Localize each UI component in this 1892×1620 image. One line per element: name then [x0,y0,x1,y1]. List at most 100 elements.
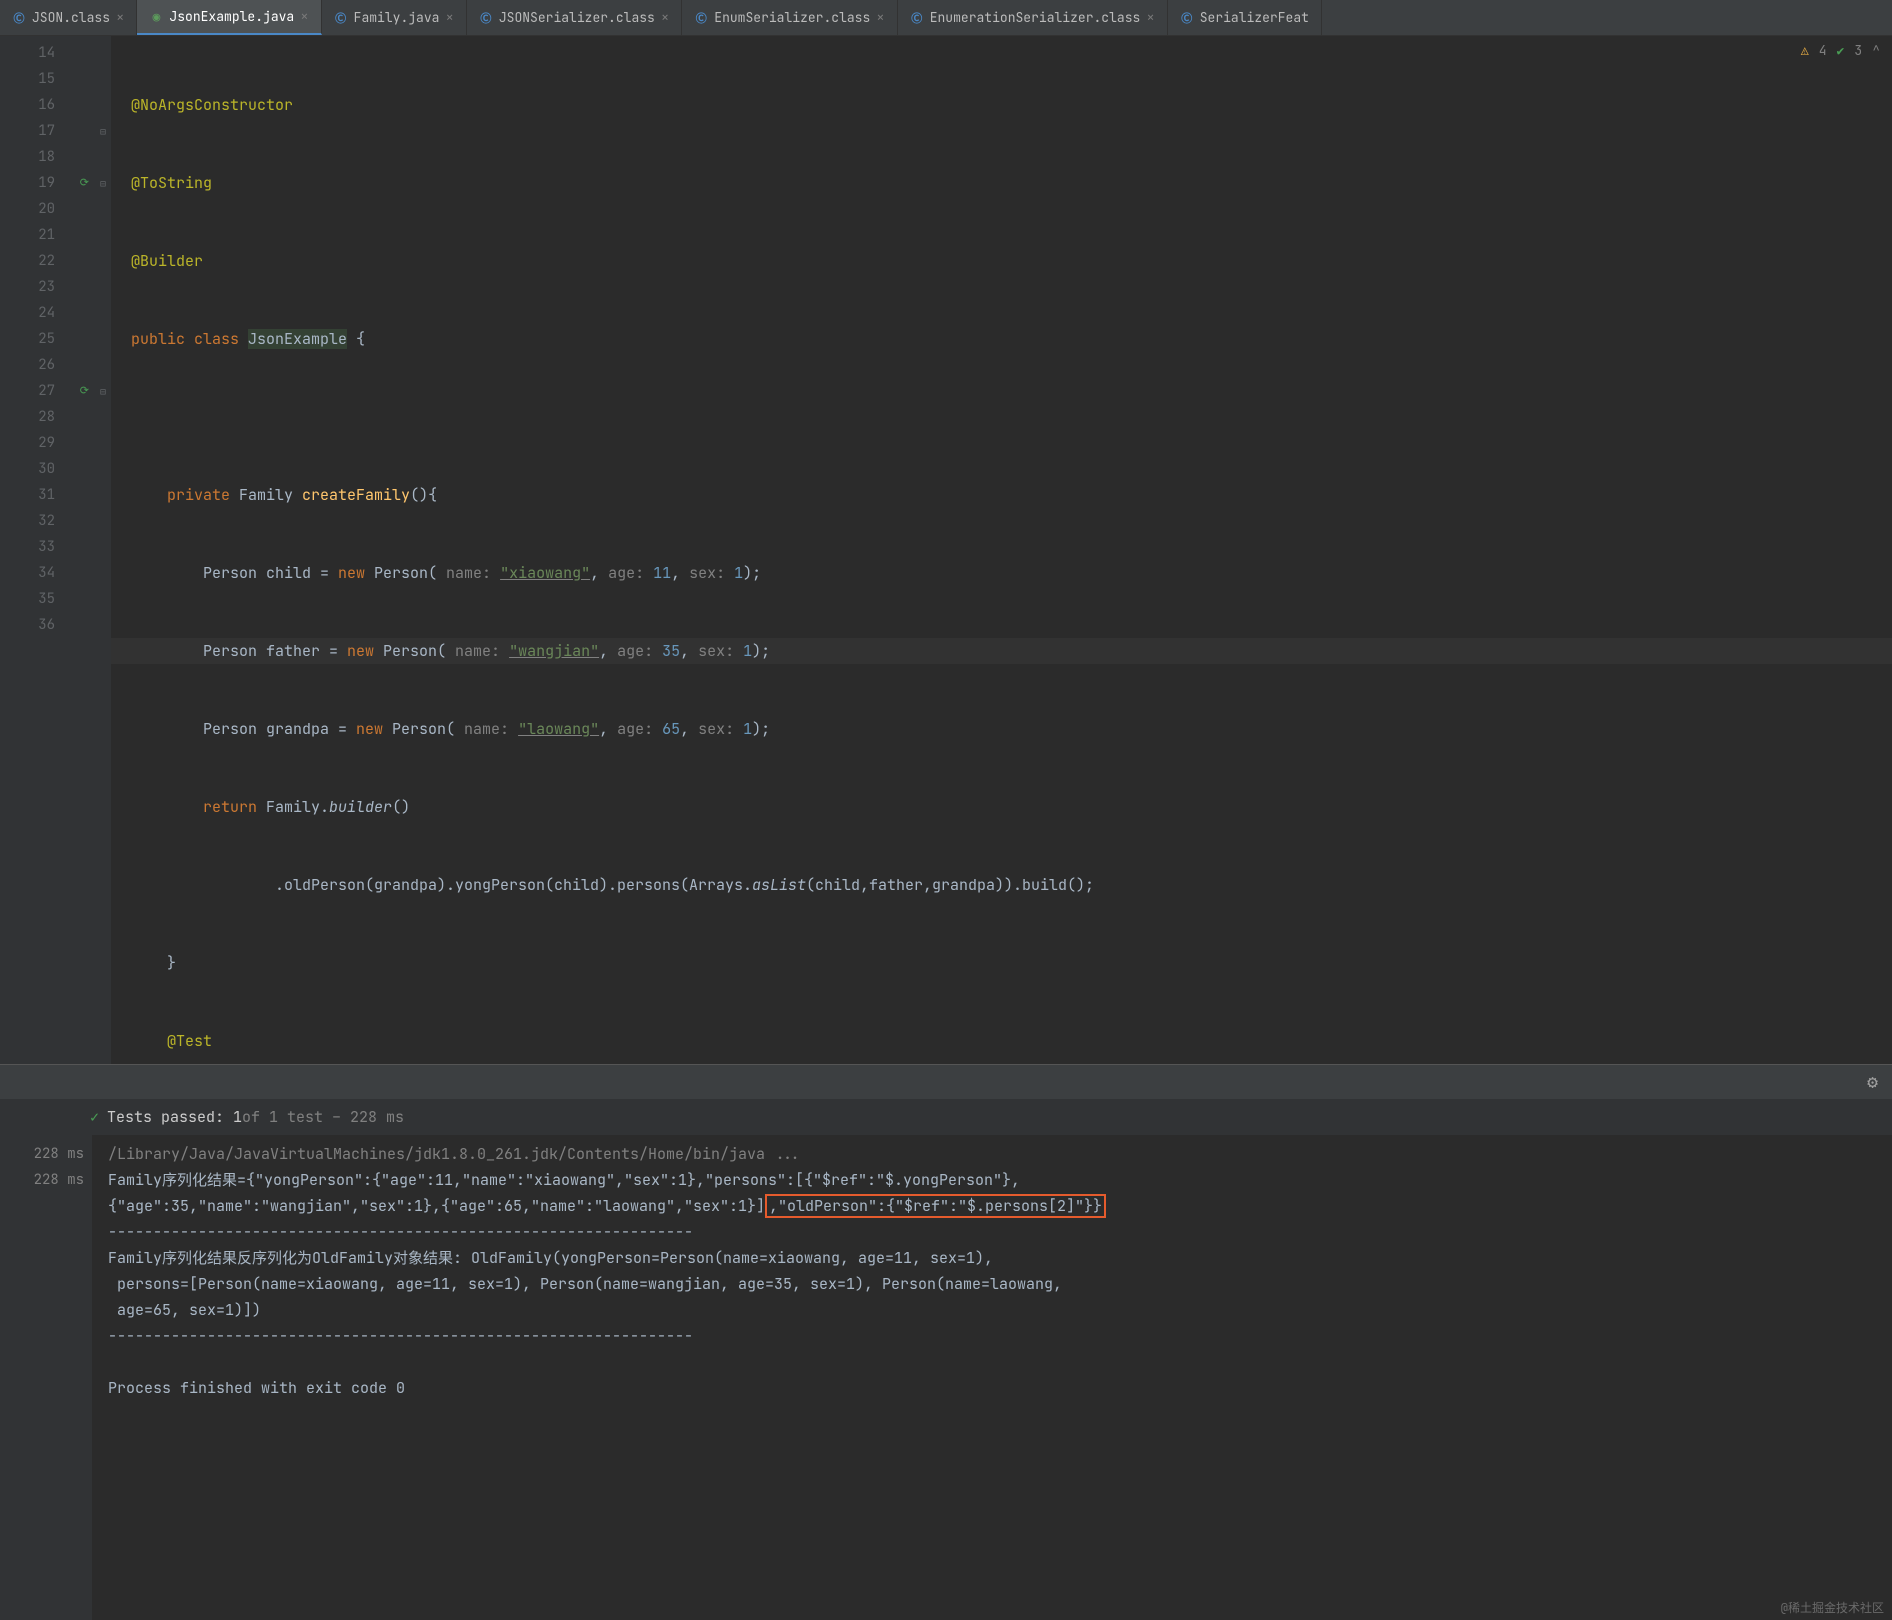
tab-jsonexample[interactable]: ◉ JsonExample.java × [137,0,321,35]
tab-json-class[interactable]: Ⓒ JSON.class × [0,0,137,35]
fold-mark[interactable] [95,586,111,612]
tab-label: JsonExample.java [169,8,294,25]
line-gutter[interactable]: 141516171819⟳2021222324252627⟳2829303132… [0,36,95,1064]
tab-serializerfeat[interactable]: Ⓒ SerializerFeat [1168,0,1322,35]
gutter-line[interactable]: 20 [0,196,95,222]
code-line: private Family createFamily(){ [111,482,1892,508]
fold-mark[interactable] [95,404,111,430]
tab-label: Family.java [354,9,440,26]
fold-mark[interactable] [95,66,111,92]
gutter-line[interactable]: 27⟳ [0,378,95,404]
close-icon[interactable]: × [445,9,453,27]
console-line: ----------------------------------------… [108,1326,693,1346]
test-status-bar: ✓ Tests passed: 1 of 1 test – 228 ms [0,1099,1892,1135]
check-icon: ✓ [90,1107,99,1127]
fold-mark[interactable] [95,326,111,352]
fold-mark[interactable]: ⊟ [95,118,111,144]
console-highlight: ,"oldPerson":{"$ref":"$.persons[2]"}} [765,1194,1106,1218]
tab-jsonserializer[interactable]: Ⓒ JSONSerializer.class × [467,0,682,35]
gutter-line[interactable]: 36 [0,612,95,638]
gutter-line[interactable]: 25 [0,326,95,352]
fold-mark[interactable] [95,222,111,248]
fold-mark[interactable] [95,248,111,274]
class-icon: Ⓒ [1180,11,1194,25]
tab-label: SerializerFeat [1200,9,1309,26]
gutter-line[interactable]: 18 [0,144,95,170]
close-icon[interactable]: × [116,9,124,27]
fold-mark[interactable]: ⊟ [95,170,111,196]
code-line: return Family.builder() [111,794,1892,820]
close-icon[interactable]: × [300,8,308,26]
chevron-up-icon[interactable]: ^ [1872,42,1880,59]
gutter-line[interactable]: 14 [0,40,95,66]
fold-mark[interactable] [95,352,111,378]
gutter-line[interactable]: 31 [0,482,95,508]
tab-enumerationserializer[interactable]: Ⓒ EnumerationSerializer.class × [898,0,1168,35]
gutter-line[interactable]: 33 [0,534,95,560]
java-icon: ◉ [149,10,163,24]
fold-mark[interactable] [95,508,111,534]
fold-mark[interactable] [95,430,111,456]
code-area[interactable]: @NoArgsConstructor @ToString @Builder pu… [111,36,1892,1064]
fold-column[interactable]: ⊟ ⊟ ⊟ [95,36,111,1064]
gutter-line[interactable]: 30 [0,456,95,482]
fold-mark[interactable] [95,196,111,222]
tab-enumserializer[interactable]: Ⓒ EnumSerializer.class × [682,0,897,35]
close-icon[interactable]: × [661,9,669,27]
code-line: @Builder [111,248,1892,274]
fold-mark[interactable] [95,274,111,300]
fold-mark[interactable] [95,534,111,560]
code-line: @NoArgsConstructor [111,92,1892,118]
tab-label: EnumSerializer.class [714,9,870,26]
run-gutter-icon[interactable]: ⟳ [80,170,89,196]
close-icon[interactable]: × [876,9,884,27]
console-line: ----------------------------------------… [108,1222,693,1242]
fold-mark[interactable] [95,560,111,586]
fold-mark[interactable] [95,92,111,118]
class-icon: Ⓒ [479,11,493,25]
fold-mark[interactable] [95,40,111,66]
console-line: Family序列化结果={"yongPerson":{"age":11,"nam… [108,1170,1020,1190]
run-tool-window: ⚙ ✓ Tests passed: 1 of 1 test – 228 ms 2… [0,1064,1892,1620]
gutter-line[interactable]: 17 [0,118,95,144]
code-editor[interactable]: ⚠4 ✔3 ^ 141516171819⟳2021222324252627⟳28… [0,36,1892,1064]
inspections-widget[interactable]: ⚠4 ✔3 ^ [1801,42,1880,59]
gutter-line[interactable]: 24 [0,300,95,326]
gutter-line[interactable]: 26 [0,352,95,378]
console-output[interactable]: /Library/Java/JavaVirtualMachines/jdk1.8… [92,1135,1892,1620]
fold-mark[interactable] [95,456,111,482]
gutter-line[interactable]: 21 [0,222,95,248]
time-column: 228 ms 228 ms [0,1135,92,1620]
fold-mark[interactable] [95,144,111,170]
fold-mark[interactable] [95,612,111,638]
gutter-line[interactable]: 28 [0,404,95,430]
tab-family[interactable]: Ⓒ Family.java × [322,0,467,35]
gutter-line[interactable]: 35 [0,586,95,612]
code-line: Person grandpa = new Person( name: "laow… [111,716,1892,742]
gutter-line[interactable]: 15 [0,66,95,92]
code-line: @ToString [111,170,1892,196]
gutter-line[interactable]: 16 [0,92,95,118]
gutter-line[interactable]: 29 [0,430,95,456]
close-icon[interactable]: × [1146,9,1154,27]
class-icon: Ⓒ [910,11,924,25]
gear-icon[interactable]: ⚙ [1867,1071,1878,1094]
gutter-line[interactable]: 23 [0,274,95,300]
console-line: {"age":35,"name":"wangjian","sex":1},{"a… [108,1196,765,1216]
run-gutter-icon[interactable]: ⟳ [80,378,89,404]
code-line: .oldPerson(grandpa).yongPerson(child).pe… [111,872,1892,898]
gutter-line[interactable]: 34 [0,560,95,586]
gutter-line[interactable]: 19⟳ [0,170,95,196]
tests-passed-text: Tests passed: 1 [107,1107,242,1127]
time-entry: 228 ms [0,1167,84,1193]
fold-mark[interactable] [95,482,111,508]
fold-mark[interactable]: ⊟ [95,378,111,404]
time-entry: 228 ms [0,1141,84,1167]
fold-mark[interactable] [95,300,111,326]
gutter-line[interactable]: 32 [0,508,95,534]
code-line [111,404,1892,430]
gutter-line[interactable]: 22 [0,248,95,274]
class-icon: Ⓒ [12,11,26,25]
class-icon: Ⓒ [694,11,708,25]
code-line: public class JsonExample { [111,326,1892,352]
